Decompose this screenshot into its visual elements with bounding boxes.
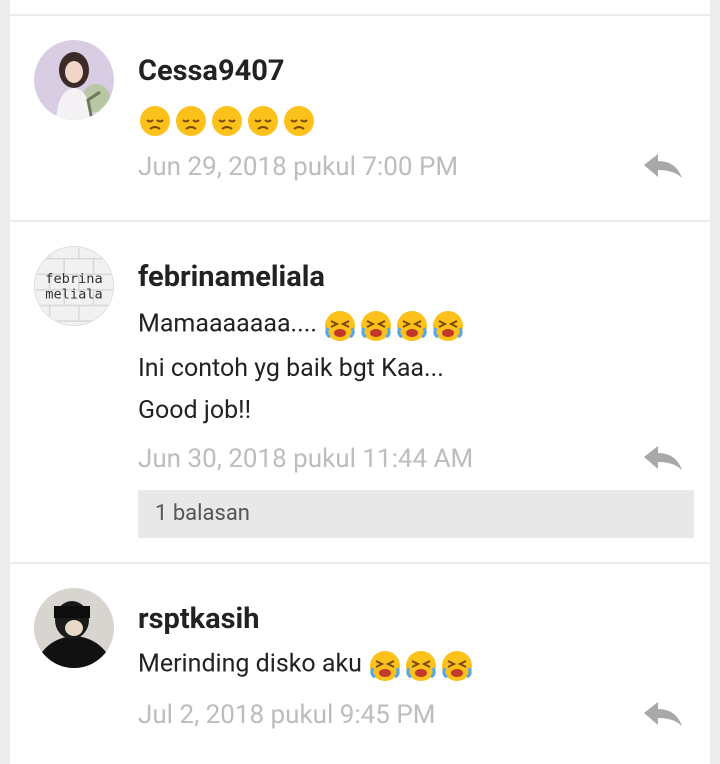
comment-timestamp: Jun 30, 2018 pukul 11:44 AM — [138, 444, 474, 474]
sad-face-emoji — [176, 106, 206, 136]
comment-text-line: Mamaaaaaaa.... — [138, 308, 467, 342]
crying-face-emoji — [361, 311, 392, 341]
replies-count-label: 1 balasan — [155, 501, 250, 526]
avatar[interactable] — [34, 40, 114, 120]
crying-face-emoji — [442, 651, 473, 681]
reply-icon[interactable] — [642, 152, 684, 182]
comment-timestamp: Jul 2, 2018 pukul 9:45 PM — [138, 700, 436, 730]
crying-face-emoji — [325, 311, 356, 341]
crying-face-emoji — [370, 651, 401, 681]
username[interactable]: rsptkasih — [138, 602, 259, 636]
crying-face-emoji — [433, 311, 464, 341]
sad-face-emoji — [140, 106, 170, 136]
comment-card: rsptkasih Merinding disko aku Jul 2, 201… — [10, 564, 710, 764]
sad-face-emoji — [212, 106, 242, 136]
crying-face-emoji — [397, 311, 428, 341]
comment-text-line-3: Good job!! — [138, 396, 252, 425]
comment-card: febrina meliala febrinameliala Mamaaaaaaa… — [10, 222, 710, 562]
username[interactable]: febrinameliala — [138, 260, 325, 294]
comment-text-line-1: Merinding disko aku — [138, 649, 362, 679]
comment-text-line-1: Mamaaaaaaa.... — [138, 309, 317, 339]
comment-text-line: Merinding disko aku — [138, 648, 476, 682]
sad-face-emoji — [248, 106, 278, 136]
comment-text-line-2: Ini contoh yg baik bgt Kaa... — [138, 354, 444, 383]
previous-comment-card — [10, 0, 710, 14]
avatar[interactable]: febrina meliala — [34, 246, 114, 326]
avatar-text-line1: febrina meliala — [45, 271, 102, 303]
sad-face-emoji — [284, 106, 314, 136]
comment-emojis — [368, 650, 476, 681]
reply-icon[interactable] — [642, 444, 684, 474]
comment-emojis — [138, 102, 318, 136]
reply-icon[interactable] — [642, 700, 684, 730]
avatar[interactable] — [34, 588, 114, 668]
username[interactable]: Cessa9407 — [138, 54, 285, 88]
comment-timestamp: Jun 29, 2018 pukul 7:00 PM — [138, 152, 459, 182]
comment-card: Cessa9407 Jun 29, 2018 pukul 7:00 PM — [10, 16, 710, 220]
view-replies-button[interactable]: 1 balasan — [138, 490, 694, 538]
crying-face-emoji — [406, 651, 437, 681]
comment-emojis — [323, 310, 467, 341]
